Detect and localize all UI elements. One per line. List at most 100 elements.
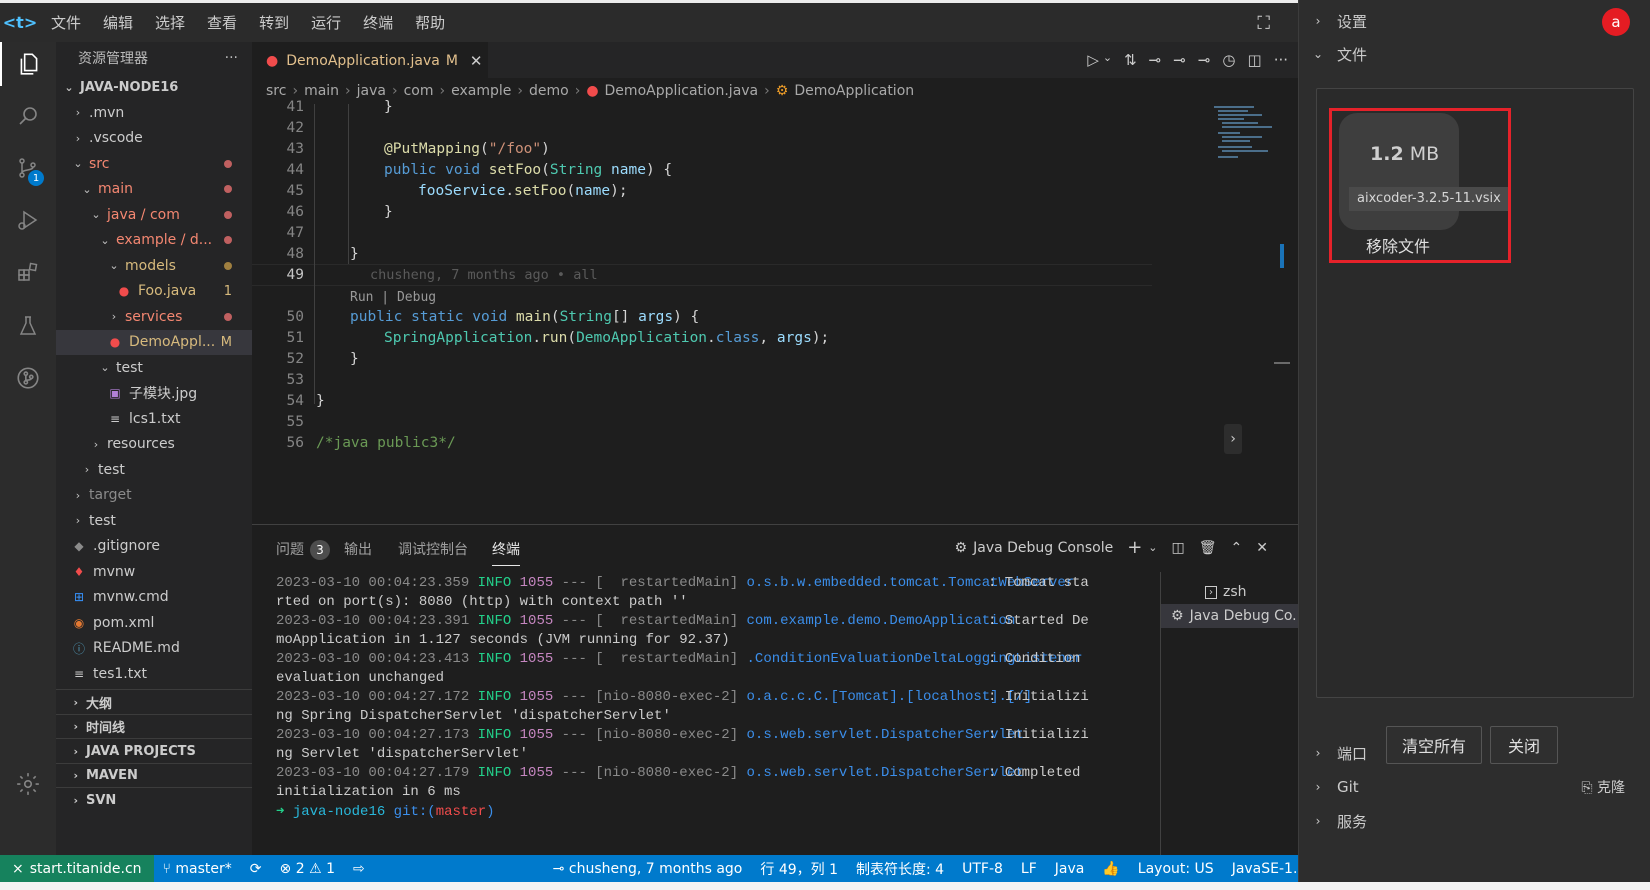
trash-icon[interactable]: 🗑 [1199, 540, 1217, 556]
menu-go[interactable]: 转到 [248, 12, 300, 33]
sync-icon[interactable]: ⟳ [241, 861, 271, 877]
breadcrumb-java[interactable]: java [357, 83, 386, 99]
tree-item[interactable]: ⊞ mvnw.cmd [56, 585, 252, 610]
breadcrumb-main[interactable]: main [304, 83, 339, 99]
blame-indicator[interactable]: ⊸ chusheng, 7 months ago [544, 861, 752, 877]
services-section-header[interactable]: › 服务 [1299, 804, 1650, 838]
active-terminal-label[interactable]: Java Debug Console [973, 540, 1113, 556]
terminal-item-zsh[interactable]: › zsh [1161, 580, 1299, 604]
close-panel-icon[interactable]: ✕ [1256, 540, 1268, 556]
tree-item[interactable]: › target [56, 483, 252, 508]
remote-indicator[interactable]: ⨯ start.titanide.cn [0, 855, 154, 882]
language-mode[interactable]: Java [1046, 861, 1094, 877]
fullscreen-icon[interactable]: ⛶ [1257, 13, 1270, 34]
keyboard-layout[interactable]: Layout: US [1129, 861, 1223, 877]
menu-view[interactable]: 查看 [196, 12, 248, 33]
code-editor[interactable]: 41} 42 43 @PutMapping("/foo") 44 public vo… [252, 99, 1298, 524]
timeline-icon[interactable]: ◷ [1222, 51, 1235, 69]
tree-item[interactable]: ⌄ main [56, 177, 252, 202]
maximize-panel-icon[interactable]: ⌃ [1231, 540, 1243, 556]
next-change-icon[interactable]: ⊸ [1198, 51, 1211, 69]
close-button[interactable]: 关闭 [1490, 726, 1558, 764]
tree-item[interactable]: ◉ pom.xml [56, 610, 252, 635]
menu-help[interactable]: 帮助 [404, 12, 456, 33]
chevron-down-icon[interactable]: ⌄ [1148, 541, 1157, 554]
avatar[interactable]: a [1602, 8, 1630, 36]
feedback-icon[interactable]: 👍 [1093, 861, 1128, 877]
tree-item[interactable]: ♦ mvnw [56, 559, 252, 584]
eol[interactable]: LF [1012, 861, 1046, 877]
sidebar-section[interactable]: › 大纲 [56, 689, 252, 714]
tree-item[interactable]: › test [56, 508, 252, 533]
run-debug-icon[interactable] [0, 198, 56, 242]
clear-all-button[interactable]: 清空所有 [1386, 726, 1482, 764]
explorer-icon[interactable] [0, 42, 56, 86]
minimap[interactable] [1214, 104, 1294, 524]
tree-item[interactable]: ⌄ example / d... [56, 228, 252, 253]
tree-item[interactable]: ● DemoAppl... M [56, 329, 252, 355]
tree-item[interactable]: ◆ .gitignore [56, 534, 252, 559]
git-commit-icon[interactable]: ⊸ [1149, 51, 1162, 69]
breadcrumb-demo[interactable]: demo [529, 83, 569, 99]
menu-run[interactable]: 运行 [300, 12, 352, 33]
settings-section-header[interactable]: › 设置 [1299, 4, 1650, 38]
encoding[interactable]: UTF-8 [953, 861, 1012, 877]
tab-debug-console[interactable]: 调试控制台 [398, 539, 468, 559]
indentation[interactable]: 制表符长度: 4 [847, 859, 953, 879]
tree-item[interactable]: ⓘ README.md [56, 636, 252, 661]
tree-item[interactable]: ≡ lcs1.txt [56, 406, 252, 431]
tree-item[interactable]: › .mvn [56, 100, 252, 125]
cursor-position[interactable]: 行 49，列 1 [751, 859, 847, 879]
menu-file[interactable]: 文件 [40, 12, 92, 33]
more-actions-icon[interactable]: ··· [1274, 51, 1288, 69]
files-section-header[interactable]: ⌄ 文件 [1299, 37, 1650, 71]
tree-item[interactable]: ⌄ java / com [56, 202, 252, 227]
sidebar-section[interactable]: › JAVA PROJECTS [56, 738, 252, 763]
close-icon[interactable]: ✕ [470, 52, 483, 70]
testing-icon[interactable] [0, 304, 56, 348]
tree-item[interactable]: ⌄ models [56, 253, 252, 278]
breadcrumb-class[interactable]: DemoApplication [794, 83, 914, 99]
breadcrumb-example[interactable]: example [451, 83, 511, 99]
tree-item[interactable]: › .vscode [56, 126, 252, 151]
settings-gear-icon[interactable] [0, 762, 56, 806]
tree-item[interactable]: › services [56, 304, 252, 329]
live-share-icon[interactable]: ⇨ [344, 861, 374, 877]
git-section-header[interactable]: › Git ⎘ 克隆 [1299, 770, 1650, 804]
tab-terminal[interactable]: 终端 [492, 539, 520, 566]
source-control-icon[interactable]: 1 [0, 146, 56, 190]
tree-item[interactable]: ⌄ test [56, 355, 252, 380]
terminal-output[interactable]: 2023-03-10 00:04:23.359 INFO 1055 --- [ … [252, 565, 1152, 855]
sidebar-section[interactable]: › MAVEN [56, 762, 252, 788]
chevron-down-icon[interactable]: ⌄ [1103, 51, 1112, 69]
tree-item[interactable]: ● Foo.java 1 [56, 279, 252, 304]
tab-output[interactable]: 输出 [344, 539, 372, 559]
run-icon[interactable]: ▷ [1087, 51, 1099, 69]
sidebar-section[interactable]: › SVN [56, 787, 252, 812]
git-graph-icon[interactable] [0, 356, 56, 400]
tree-item[interactable]: › resources [56, 432, 252, 457]
problems-indicator[interactable]: ⊗ 2 ⚠ 1 [271, 861, 345, 877]
codelens-run-debug[interactable]: Run | Debug [350, 290, 436, 305]
terminal-item-java-debug[interactable]: ⚙ Java Debug Co... [1161, 604, 1299, 628]
branch-indicator[interactable]: ⑂ master* [154, 861, 241, 877]
compare-icon[interactable]: ⇅ [1124, 51, 1137, 69]
search-icon[interactable] [0, 94, 56, 138]
tree-item[interactable]: ⌄ src [56, 151, 252, 176]
menu-edit[interactable]: 编辑 [92, 12, 144, 33]
tree-item[interactable]: ≡ tes1.txt [56, 661, 252, 686]
tree-item[interactable]: ▣ 子模块.jpg [56, 381, 252, 406]
tab-demo-application[interactable]: ● DemoApplication.java M ✕ [252, 42, 488, 78]
split-terminal-icon[interactable]: ◫ [1172, 540, 1185, 556]
workspace-root[interactable]: ⌄ JAVA-NODE16 [56, 75, 252, 100]
tree-item[interactable]: › test [56, 457, 252, 482]
previous-change-icon[interactable]: ⊸ [1173, 51, 1186, 69]
clone-button[interactable]: ⎘ 克隆 [1581, 777, 1625, 797]
add-terminal-icon[interactable]: + [1127, 537, 1142, 558]
more-actions-icon[interactable]: ··· [225, 50, 238, 66]
breadcrumb-file[interactable]: DemoApplication.java [605, 83, 759, 99]
split-editor-icon[interactable]: ◫ [1248, 51, 1262, 69]
sidebar-section[interactable]: › 时间线 [56, 713, 252, 739]
tab-problems[interactable]: 问题 3 [276, 539, 330, 560]
extensions-icon[interactable] [0, 250, 56, 294]
